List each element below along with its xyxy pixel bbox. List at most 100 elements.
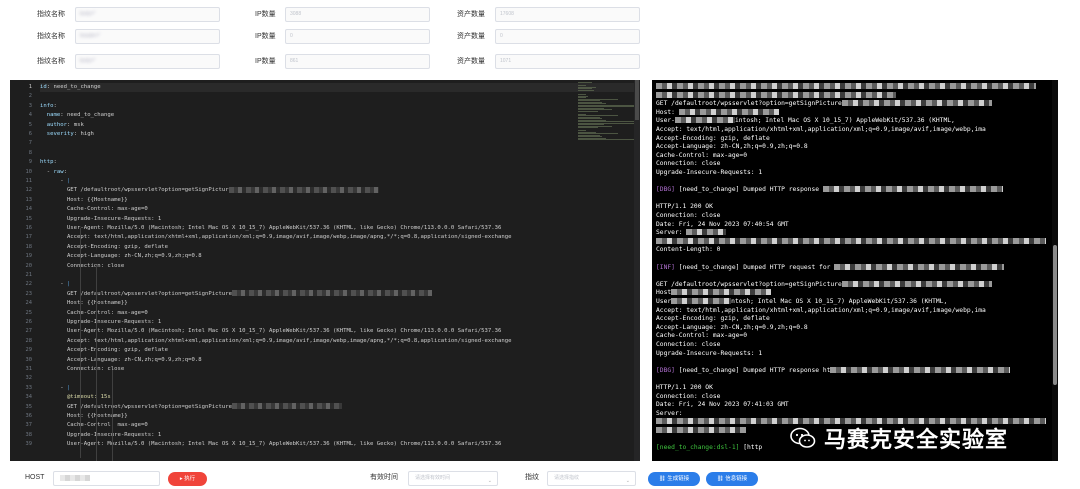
code-line[interactable]: Cache-Control: max-age=0 — [40, 421, 600, 430]
code-line[interactable]: Connection: close — [40, 262, 600, 271]
ip-count-field[interactable]: 0 — [285, 29, 430, 44]
code-area[interactable]: id: need_to_change info: name: need_to_ch… — [40, 80, 580, 461]
run-button[interactable]: ▸ 执行 — [168, 472, 207, 486]
code-line[interactable]: name: need_to_change — [40, 111, 600, 120]
code-line[interactable]: Accept-Language: zh-CN,zh;q=0.9,zh;q=0.8 — [40, 356, 600, 365]
valid-time-select[interactable]: 请选择有效时间 ⌄ — [408, 471, 498, 486]
code-line[interactable]: User-Agent: Mozilla/5.0 (Macintosh; Inte… — [40, 327, 600, 336]
code-line[interactable]: GET /defaultroot/wpsservlet?option=getSi… — [40, 290, 600, 299]
code-line[interactable] — [40, 149, 600, 158]
code-line[interactable]: Host: {{Hostname}} — [40, 196, 600, 205]
chevron-down-icon: ⌄ — [625, 478, 630, 484]
line-number: 27 — [25, 328, 33, 335]
line-number: 14 — [25, 206, 33, 213]
code-line[interactable] — [40, 139, 600, 148]
code-line[interactable]: author: msk — [40, 121, 600, 130]
terminal-text: [need_to_change] Dumped HTTP request for — [674, 263, 835, 271]
code-line[interactable]: severity: high — [40, 130, 600, 139]
code-token: Accept-Encoding: gzip, deflate — [40, 243, 168, 250]
code-line[interactable] — [40, 92, 600, 101]
editor-minimap[interactable] — [576, 80, 636, 140]
terminal-scrollbar[interactable] — [1052, 80, 1058, 461]
code-line[interactable]: Host: {{Hostname}} — [40, 412, 600, 421]
code-line[interactable]: @timeout: 15s — [40, 393, 600, 402]
line-number: 19 — [25, 253, 33, 260]
fingerprint-name-field[interactable]: body=" — [75, 54, 220, 69]
indent-guide — [112, 370, 113, 461]
code-line[interactable] — [40, 271, 600, 280]
info-link-button[interactable]: ⛓ 信息链接 — [706, 472, 758, 486]
indent-guide — [80, 228, 81, 458]
code-line[interactable]: Accept-Encoding: gzip, deflate — [40, 243, 600, 252]
code-line[interactable]: id: need_to_change — [40, 83, 600, 92]
asset-count-field[interactable]: 1071 — [495, 54, 640, 69]
line-number: 10 — [25, 168, 33, 175]
code-line[interactable]: Upgrade-Insecure-Requests: 1 — [40, 431, 600, 440]
generate-link-button[interactable]: ⛓ 生成链接 — [648, 472, 700, 486]
code-line[interactable]: Cache-Control: max-age=0 — [40, 309, 600, 318]
ip-count-field[interactable]: 3088 — [285, 7, 430, 22]
line-number: 23 — [25, 290, 33, 297]
terminal-text: ntosh; Intel Mac OS X 10_15_7) AppleWebK… — [731, 298, 948, 305]
asset-count-label: 资产数量 — [457, 11, 485, 18]
code-line[interactable]: User-Agent: Mozilla/5.0 (Macintosh; Inte… — [40, 440, 600, 449]
code-token: severity — [46, 131, 74, 137]
code-line[interactable]: GET /defaultroot/wpsservlet?option=getSi… — [40, 403, 600, 412]
fingerprint-placeholder: 请选择指纹 — [554, 475, 580, 481]
fingerprint-name-field[interactable]: body=" — [75, 7, 220, 22]
line-number: 6 — [28, 131, 32, 137]
code-line[interactable]: - | — [40, 177, 600, 186]
code-token: Upgrade-Insecure-Requests: 1 — [40, 319, 162, 325]
code-line[interactable]: Accept-Language: zh-CN,zh;q=0.9,zh;q=0.8 — [40, 252, 600, 261]
host-input[interactable] — [53, 471, 160, 486]
line-number: 12 — [25, 187, 33, 194]
code-line[interactable]: GET /defaultroot/wpsservlet?option=getSi… — [40, 186, 600, 195]
asset-count-field[interactable]: 17608 — [495, 7, 640, 22]
code-line[interactable]: Upgrade-Insecure-Requests: 1 — [40, 318, 600, 327]
editor-scrollbar-thumb[interactable] — [635, 80, 639, 120]
terminal-text: HTTP/1.1 200 OK — [656, 203, 713, 211]
code-line[interactable] — [40, 374, 600, 383]
terminal-line: Cache-Control: max-age=0 — [656, 152, 747, 160]
code-line[interactable]: Cache-Control: max-age=0 — [40, 205, 600, 214]
line-number: 31 — [25, 366, 33, 372]
code-line[interactable]: info: — [40, 102, 600, 111]
terminal-text: Server: — [656, 229, 687, 237]
code-line[interactable]: Upgrade-Insecure-Requests: 1 — [40, 215, 600, 224]
asset-count-field[interactable]: 0 — [495, 29, 640, 44]
code-line[interactable]: Accept: text/html,application/xhtml+xml,… — [40, 233, 600, 242]
ip-count-field[interactable]: 861 — [285, 54, 430, 69]
code-line[interactable]: http: — [40, 158, 600, 167]
fingerprint-name-label: 指纹名称 — [37, 33, 65, 40]
code-line[interactable]: Connection: close — [40, 365, 600, 374]
terminal-line: User-intosh; Intel Mac OS X 10_15_7) App… — [656, 117, 955, 125]
terminal-line: Upgrade-Insecure-Requests: 1 — [656, 169, 762, 177]
terminal-line: Date: Fri, 24 Nov 2023 07:41:03 GMT — [656, 401, 789, 409]
line-number: 22 — [25, 281, 33, 288]
fingerprint-name-field[interactable]: header=" — [75, 29, 220, 44]
redacted-mosaic — [841, 280, 992, 287]
code-line[interactable]: User-Agent: Mozilla/5.0 (Macintosh; Inte… — [40, 224, 600, 233]
code-line[interactable]: Host: {{Hostname}} — [40, 299, 600, 308]
terminal-scrollbar-thumb[interactable] — [1053, 245, 1057, 385]
code-line[interactable]: - raw: — [40, 168, 600, 177]
info-link-label: 信息链接 — [725, 476, 748, 482]
redacted-mosaic — [671, 298, 732, 304]
redacted-mosaic — [228, 186, 379, 193]
editor-scrollbar[interactable] — [634, 80, 640, 461]
form-row: 指纹名称 header=" IP数量 0 资产数量 0 — [0, 27, 1080, 47]
code-line[interactable]: - | — [40, 384, 600, 393]
fingerprint-name-label: 指纹名称 — [37, 58, 65, 65]
terminal-line: Server: — [656, 229, 727, 237]
code-token: | — [66, 281, 71, 288]
terminal-output[interactable]: GET /defaultroot/wpsservlet?option=getSi… — [652, 80, 1058, 461]
code-line[interactable]: Accept: text/html,application/xhtml+xml,… — [40, 337, 600, 346]
code-line[interactable]: - | — [40, 280, 600, 289]
yaml-editor[interactable]: 1 2 3 4 5 6 7 8 9 10 11 12 13 14 15 16 17 18 19 20 21 22 23 24 2… — [10, 80, 640, 461]
code-token: msk — [73, 121, 84, 128]
wechat-icon — [790, 427, 816, 449]
terminal-text: User — [656, 298, 672, 305]
fingerprint-select[interactable]: 请选择指纹 ⌄ — [547, 471, 636, 486]
code-line[interactable]: Accept-Encoding: gzip, deflate — [40, 346, 600, 355]
